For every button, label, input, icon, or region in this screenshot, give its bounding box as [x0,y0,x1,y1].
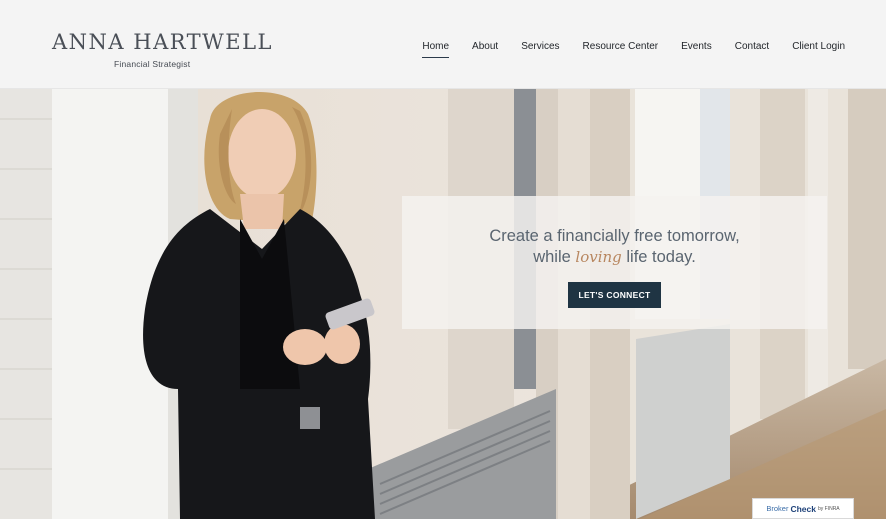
nav-client-login[interactable]: Client Login [792,41,845,52]
logo[interactable]: ANNA HARTWELL Financial Strategist [52,30,273,69]
brokercheck-check: Check [790,503,816,514]
nav-resource-center[interactable]: Resource Center [583,41,659,52]
nav-events[interactable]: Events [681,41,712,52]
brokercheck-brand: Broker [766,504,789,513]
main-nav: Home About Services Resource Center Even… [399,41,845,58]
headline-pre: while [533,248,571,266]
site-header: ANNA HARTWELL Financial Strategist Home … [0,0,886,89]
nav-contact[interactable]: Contact [735,41,769,52]
headline-line-2: while loving life today. [402,247,827,268]
hero-section: Create a financially free tomorrow, whil… [0,89,886,519]
nav-home[interactable]: Home [422,41,449,58]
headline-post: life today. [626,248,696,266]
brokercheck-finra: by FINRA [817,505,840,512]
hero-cta-box: Create a financially free tomorrow, whil… [402,196,827,329]
headline-accent-word: loving [575,248,622,266]
brand-tagline: Financial Strategist [114,59,191,69]
headline-line-1: Create a financially free tomorrow, [489,227,740,245]
nav-about[interactable]: About [472,41,498,52]
lets-connect-button[interactable]: LET'S CONNECT [568,282,661,308]
brokercheck-badge[interactable]: Broker Check by FINRA [752,498,854,519]
brand-name: ANNA HARTWELL [52,30,273,54]
nav-services[interactable]: Services [521,41,559,52]
hero-headline: Create a financially free tomorrow, whil… [402,226,827,268]
